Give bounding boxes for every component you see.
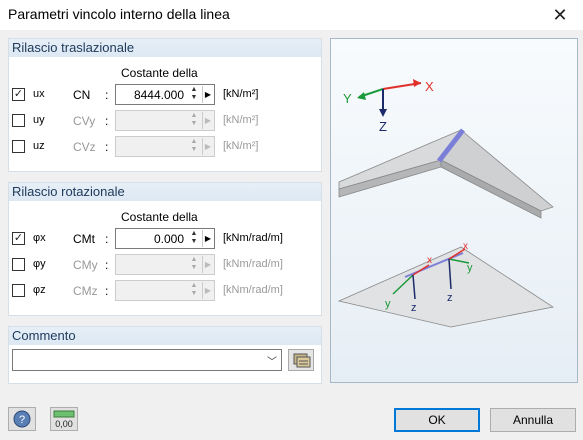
cvy-label: CVy: [73, 114, 96, 128]
play-arrow-icon[interactable]: ▶: [202, 230, 213, 247]
cmy-value-input[interactable]: ▲ ▼ ▶: [115, 254, 215, 275]
uy-symbol: uy: [33, 114, 45, 126]
units-decimal-icon: 0,00: [53, 410, 75, 429]
cmz-label: CMz: [73, 284, 98, 298]
local-z2-label: z: [447, 292, 453, 304]
comment-header: Commento: [9, 327, 321, 345]
phiy-checkbox[interactable]: [12, 258, 25, 271]
local-x-label: x: [427, 255, 432, 266]
cmt-unit: [kNm/rad/m]: [223, 232, 283, 244]
spin-arrows-icon: ▲ ▼: [190, 138, 198, 153]
play-arrow-icon: ▶: [202, 256, 213, 273]
cn-value: 8444.000: [133, 88, 184, 102]
comment-library-icon: [293, 353, 311, 368]
folded-plate-bottom: y z x y z x: [337, 241, 555, 328]
svg-text:?: ?: [19, 414, 25, 426]
axis-x-label: X: [425, 79, 434, 94]
spin-arrows-icon: ▲ ▼: [190, 112, 198, 127]
release-row-phiz: φz CMz : ▲ ▼ ▶ [kNm/rad/m]: [9, 280, 321, 302]
translational-header: Rilascio traslazionale: [9, 39, 321, 57]
local-y-label: y: [385, 298, 391, 310]
uz-checkbox[interactable]: [12, 140, 25, 153]
rotational-header: Rilascio rotazionale: [9, 183, 321, 201]
comment-group: Commento ﹀: [8, 326, 322, 384]
cmy-unit: [kNm/rad/m]: [223, 258, 283, 270]
close-icon[interactable]: ✕: [537, 0, 583, 30]
local-y2-label: y: [467, 262, 473, 274]
cmt-value: 0.000: [153, 232, 184, 246]
translational-release-group: Rilascio traslazionale Costante della ✓ …: [8, 38, 322, 172]
axis-y-label: Y: [343, 91, 352, 106]
cvy-value-input[interactable]: ▲ ▼ ▶: [115, 110, 215, 131]
cn-value-input[interactable]: 8444.000 ▲ ▼ ▶: [115, 84, 215, 105]
spin-arrows-icon: ▲ ▼: [190, 256, 198, 271]
title-bar: Parametri vincolo interno della linea ✕: [0, 0, 583, 30]
cmt-label: CMt: [73, 232, 95, 246]
cmy-label: CMy: [73, 258, 98, 272]
release-row-uy: uy CVy : ▲ ▼ ▶ [kN/m²]: [9, 110, 321, 132]
phiz-checkbox[interactable]: [12, 284, 25, 297]
comment-combobox[interactable]: ﹀: [12, 349, 282, 371]
ok-button[interactable]: OK: [394, 408, 480, 432]
uz-symbol: uz: [33, 140, 45, 152]
play-arrow-icon: ▶: [202, 282, 213, 299]
rotational-release-group: Rilascio rotazionale Costante della ✓ φx…: [8, 182, 322, 316]
cmz-unit: [kNm/rad/m]: [223, 284, 283, 296]
window-title: Parametri vincolo interno della linea: [8, 6, 230, 22]
help-button[interactable]: ?: [8, 407, 36, 431]
cn-label: CN: [73, 88, 91, 102]
spin-arrows-icon[interactable]: ▲ ▼: [187, 86, 201, 103]
play-arrow-icon: ▶: [202, 112, 213, 129]
uy-checkbox[interactable]: [12, 114, 25, 127]
cvz-unit: [kN/m²]: [223, 140, 259, 152]
phix-symbol: φx: [33, 232, 46, 244]
release-row-uz: uz CVz : ▲ ▼ ▶ [kN/m²]: [9, 136, 321, 158]
cancel-button[interactable]: Annulla: [490, 408, 576, 432]
line-hinge-diagram: X Y Z y z x y z x: [337, 79, 555, 328]
cmz-value-input[interactable]: ▲ ▼ ▶: [115, 280, 215, 301]
dialog-body: Rilascio traslazionale Costante della ✓ …: [0, 30, 583, 440]
ux-symbol: ux: [33, 88, 45, 100]
spin-arrows-icon: ▲ ▼: [190, 282, 198, 297]
release-row-phiy: φy CMy : ▲ ▼ ▶ [kNm/rad/m]: [9, 254, 321, 276]
units-button[interactable]: 0,00: [50, 407, 78, 431]
play-arrow-icon: ▶: [202, 138, 213, 155]
svg-text:0,00: 0,00: [55, 419, 73, 429]
cn-unit: [kN/m²]: [223, 88, 259, 100]
translational-subheader: Costante della: [121, 66, 198, 80]
phiy-symbol: φy: [33, 258, 46, 270]
axis-z-label: Z: [379, 119, 387, 134]
play-arrow-icon[interactable]: ▶: [202, 86, 213, 103]
phix-checkbox[interactable]: ✓: [12, 232, 25, 245]
cvz-label: CVz: [73, 140, 96, 154]
rotational-subheader: Costante della: [121, 210, 198, 224]
local-x2-label: x: [463, 241, 468, 252]
chevron-down-icon[interactable]: ﹀: [267, 353, 277, 368]
comment-library-button[interactable]: [288, 349, 314, 371]
global-axes: X Y Z: [343, 79, 434, 134]
help-icon: ?: [13, 410, 31, 428]
phiz-symbol: φz: [33, 284, 46, 296]
ux-checkbox[interactable]: ✓: [12, 88, 25, 101]
cvz-value-input[interactable]: ▲ ▼ ▶: [115, 136, 215, 157]
preview-diagram: X Y Z y z x y z x: [330, 38, 578, 383]
cmt-value-input[interactable]: 0.000 ▲ ▼ ▶: [115, 228, 215, 249]
release-row-phix: ✓ φx CMt : 0.000 ▲ ▼ ▶ [kNm/rad/m]: [9, 228, 321, 250]
release-row-ux: ✓ ux CN : 8444.000 ▲ ▼ ▶ [kN/m²]: [9, 84, 321, 106]
folded-plate-top: [338, 128, 554, 219]
cvy-unit: [kN/m²]: [223, 114, 259, 126]
spin-arrows-icon[interactable]: ▲ ▼: [187, 230, 201, 247]
local-z-label: z: [411, 302, 417, 314]
